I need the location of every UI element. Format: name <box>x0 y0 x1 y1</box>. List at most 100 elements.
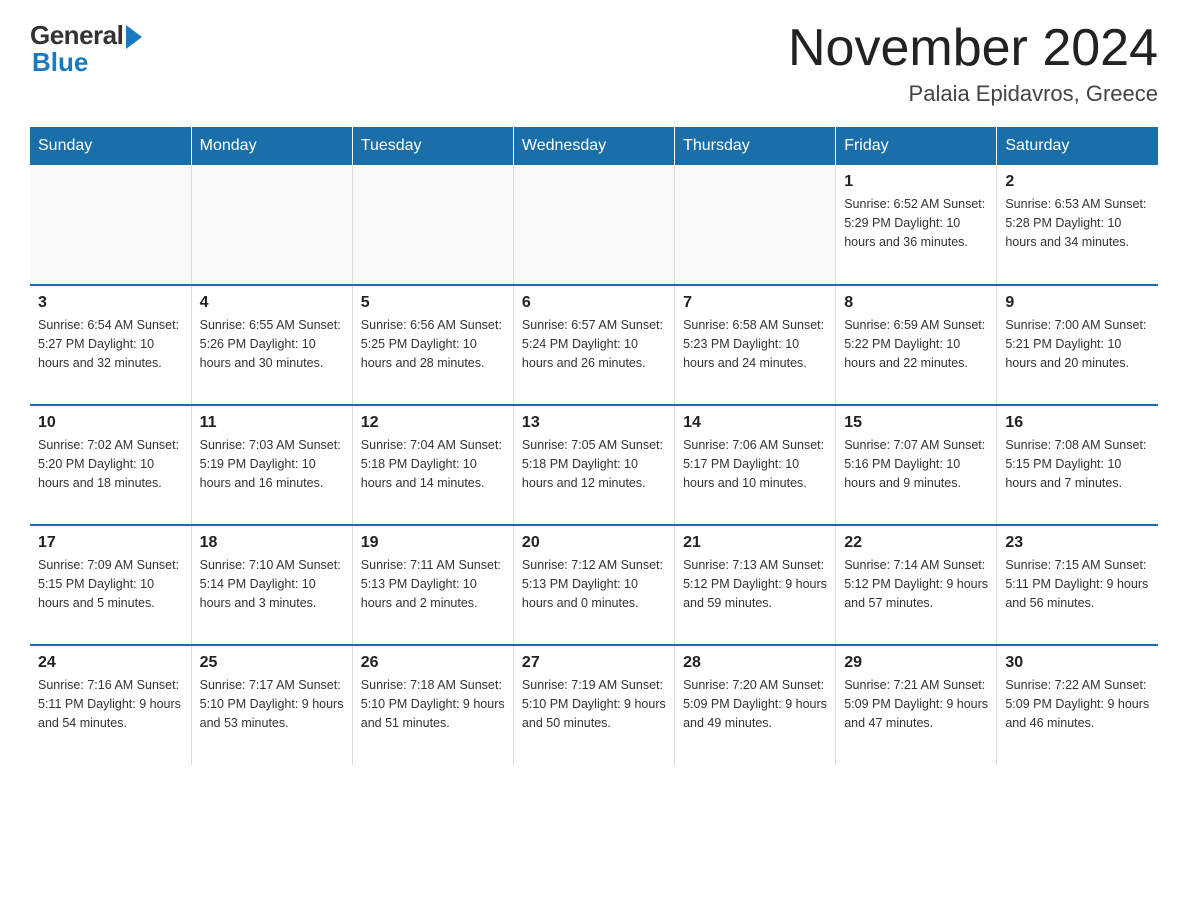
calendar-cell: 26 Sunrise: 7:18 AM Sunset: 5:10 PM Dayli… <box>352 645 513 765</box>
day-number: 13 <box>522 414 666 432</box>
weekday-header-thursday: Thursday <box>675 127 836 165</box>
weekday-header-wednesday: Wednesday <box>513 127 674 165</box>
day-info: Sunrise: 6:53 AM Sunset: 5:28 PM Dayligh… <box>1005 195 1150 251</box>
day-info: Sunrise: 7:02 AM Sunset: 5:20 PM Dayligh… <box>38 436 183 492</box>
calendar-cell: 25 Sunrise: 7:17 AM Sunset: 5:10 PM Dayli… <box>191 645 352 765</box>
day-info: Sunrise: 7:22 AM Sunset: 5:09 PM Dayligh… <box>1005 676 1150 732</box>
day-number: 5 <box>361 294 505 312</box>
day-info: Sunrise: 7:00 AM Sunset: 5:21 PM Dayligh… <box>1005 316 1150 372</box>
day-info: Sunrise: 7:19 AM Sunset: 5:10 PM Dayligh… <box>522 676 666 732</box>
day-info: Sunrise: 7:20 AM Sunset: 5:09 PM Dayligh… <box>683 676 827 732</box>
calendar-cell: 11Sunrise: 7:03 AM Sunset: 5:19 PM Dayli… <box>191 405 352 525</box>
day-number: 27 <box>522 654 666 672</box>
location-text: Palaia Epidavros, Greece <box>788 81 1158 107</box>
day-number: 25 <box>200 654 344 672</box>
day-number: 3 <box>38 294 183 312</box>
day-info: Sunrise: 6:58 AM Sunset: 5:23 PM Dayligh… <box>683 316 827 372</box>
day-number: 28 <box>683 654 827 672</box>
day-number: 10 <box>38 414 183 432</box>
day-number: 9 <box>1005 294 1150 312</box>
calendar-cell: 17Sunrise: 7:09 AM Sunset: 5:15 PM Dayli… <box>30 525 191 645</box>
day-number: 7 <box>683 294 827 312</box>
weekday-header-saturday: Saturday <box>997 127 1158 165</box>
calendar-week-row: 1 Sunrise: 6:52 AM Sunset: 5:29 PM Daylig… <box>30 165 1158 285</box>
day-number: 4 <box>200 294 344 312</box>
calendar-cell: 18Sunrise: 7:10 AM Sunset: 5:14 PM Dayli… <box>191 525 352 645</box>
calendar-cell <box>675 165 836 285</box>
day-number: 8 <box>844 294 988 312</box>
weekday-header-sunday: Sunday <box>30 127 191 165</box>
calendar-cell: 14Sunrise: 7:06 AM Sunset: 5:17 PM Dayli… <box>675 405 836 525</box>
day-info: Sunrise: 7:18 AM Sunset: 5:10 PM Dayligh… <box>361 676 505 732</box>
calendar-cell <box>352 165 513 285</box>
calendar-cell: 5Sunrise: 6:56 AM Sunset: 5:25 PM Daylig… <box>352 285 513 405</box>
calendar-header-row: SundayMondayTuesdayWednesdayThursdayFrid… <box>30 127 1158 165</box>
calendar-cell: 13 Sunrise: 7:05 AM Sunset: 5:18 PM Dayli… <box>513 405 674 525</box>
day-number: 15 <box>844 414 988 432</box>
day-info: Sunrise: 7:04 AM Sunset: 5:18 PM Dayligh… <box>361 436 505 492</box>
calendar-cell: 9 Sunrise: 7:00 AM Sunset: 5:21 PM Daylig… <box>997 285 1158 405</box>
day-number: 29 <box>844 654 988 672</box>
day-number: 17 <box>38 534 183 552</box>
day-number: 20 <box>522 534 666 552</box>
day-info: Sunrise: 6:52 AM Sunset: 5:29 PM Dayligh… <box>844 195 988 251</box>
day-info: Sunrise: 6:55 AM Sunset: 5:26 PM Dayligh… <box>200 316 344 372</box>
day-info: Sunrise: 7:06 AM Sunset: 5:17 PM Dayligh… <box>683 436 827 492</box>
calendar-cell <box>191 165 352 285</box>
calendar-week-row: 17Sunrise: 7:09 AM Sunset: 5:15 PM Dayli… <box>30 525 1158 645</box>
day-number: 21 <box>683 534 827 552</box>
page-header: General Blue November 2024 Palaia Epidav… <box>30 20 1158 107</box>
calendar-cell: 3 Sunrise: 6:54 AM Sunset: 5:27 PM Daylig… <box>30 285 191 405</box>
logo: General Blue <box>30 20 142 78</box>
day-info: Sunrise: 7:17 AM Sunset: 5:10 PM Dayligh… <box>200 676 344 732</box>
calendar-cell: 28 Sunrise: 7:20 AM Sunset: 5:09 PM Dayli… <box>675 645 836 765</box>
calendar-week-row: 3 Sunrise: 6:54 AM Sunset: 5:27 PM Daylig… <box>30 285 1158 405</box>
day-number: 22 <box>844 534 988 552</box>
day-number: 23 <box>1005 534 1150 552</box>
calendar-cell: 8Sunrise: 6:59 AM Sunset: 5:22 PM Daylig… <box>836 285 997 405</box>
calendar-cell: 20 Sunrise: 7:12 AM Sunset: 5:13 PM Dayli… <box>513 525 674 645</box>
day-info: Sunrise: 7:08 AM Sunset: 5:15 PM Dayligh… <box>1005 436 1150 492</box>
calendar-table: SundayMondayTuesdayWednesdayThursdayFrid… <box>30 127 1158 765</box>
day-info: Sunrise: 7:07 AM Sunset: 5:16 PM Dayligh… <box>844 436 988 492</box>
calendar-week-row: 24 Sunrise: 7:16 AM Sunset: 5:11 PM Dayli… <box>30 645 1158 765</box>
day-number: 1 <box>844 173 988 191</box>
day-number: 12 <box>361 414 505 432</box>
weekday-header-monday: Monday <box>191 127 352 165</box>
day-info: Sunrise: 6:57 AM Sunset: 5:24 PM Dayligh… <box>522 316 666 372</box>
calendar-cell: 10 Sunrise: 7:02 AM Sunset: 5:20 PM Dayli… <box>30 405 191 525</box>
day-info: Sunrise: 7:14 AM Sunset: 5:12 PM Dayligh… <box>844 556 988 612</box>
calendar-cell <box>30 165 191 285</box>
day-number: 24 <box>38 654 183 672</box>
calendar-cell: 30 Sunrise: 7:22 AM Sunset: 5:09 PM Dayli… <box>997 645 1158 765</box>
day-info: Sunrise: 7:16 AM Sunset: 5:11 PM Dayligh… <box>38 676 183 732</box>
calendar-cell: 29 Sunrise: 7:21 AM Sunset: 5:09 PM Dayli… <box>836 645 997 765</box>
weekday-header-tuesday: Tuesday <box>352 127 513 165</box>
day-info: Sunrise: 7:05 AM Sunset: 5:18 PM Dayligh… <box>522 436 666 492</box>
day-info: Sunrise: 7:15 AM Sunset: 5:11 PM Dayligh… <box>1005 556 1150 612</box>
calendar-cell: 22 Sunrise: 7:14 AM Sunset: 5:12 PM Dayli… <box>836 525 997 645</box>
weekday-header-friday: Friday <box>836 127 997 165</box>
day-number: 2 <box>1005 173 1150 191</box>
month-year-title: November 2024 <box>788 20 1158 77</box>
day-number: 18 <box>200 534 344 552</box>
calendar-week-row: 10 Sunrise: 7:02 AM Sunset: 5:20 PM Dayli… <box>30 405 1158 525</box>
calendar-cell: 23 Sunrise: 7:15 AM Sunset: 5:11 PM Dayli… <box>997 525 1158 645</box>
calendar-cell: 19Sunrise: 7:11 AM Sunset: 5:13 PM Dayli… <box>352 525 513 645</box>
calendar-cell: 4 Sunrise: 6:55 AM Sunset: 5:26 PM Daylig… <box>191 285 352 405</box>
day-info: Sunrise: 7:11 AM Sunset: 5:13 PM Dayligh… <box>361 556 505 612</box>
day-info: Sunrise: 7:12 AM Sunset: 5:13 PM Dayligh… <box>522 556 666 612</box>
calendar-cell: 15 Sunrise: 7:07 AM Sunset: 5:16 PM Dayli… <box>836 405 997 525</box>
day-info: Sunrise: 7:03 AM Sunset: 5:19 PM Dayligh… <box>200 436 344 492</box>
day-info: Sunrise: 6:54 AM Sunset: 5:27 PM Dayligh… <box>38 316 183 372</box>
day-info: Sunrise: 7:13 AM Sunset: 5:12 PM Dayligh… <box>683 556 827 612</box>
calendar-cell: 16 Sunrise: 7:08 AM Sunset: 5:15 PM Dayli… <box>997 405 1158 525</box>
day-info: Sunrise: 7:21 AM Sunset: 5:09 PM Dayligh… <box>844 676 988 732</box>
logo-arrow-icon <box>126 25 142 49</box>
calendar-cell <box>513 165 674 285</box>
day-number: 16 <box>1005 414 1150 432</box>
day-number: 6 <box>522 294 666 312</box>
calendar-cell: 24 Sunrise: 7:16 AM Sunset: 5:11 PM Dayli… <box>30 645 191 765</box>
day-number: 30 <box>1005 654 1150 672</box>
day-number: 26 <box>361 654 505 672</box>
